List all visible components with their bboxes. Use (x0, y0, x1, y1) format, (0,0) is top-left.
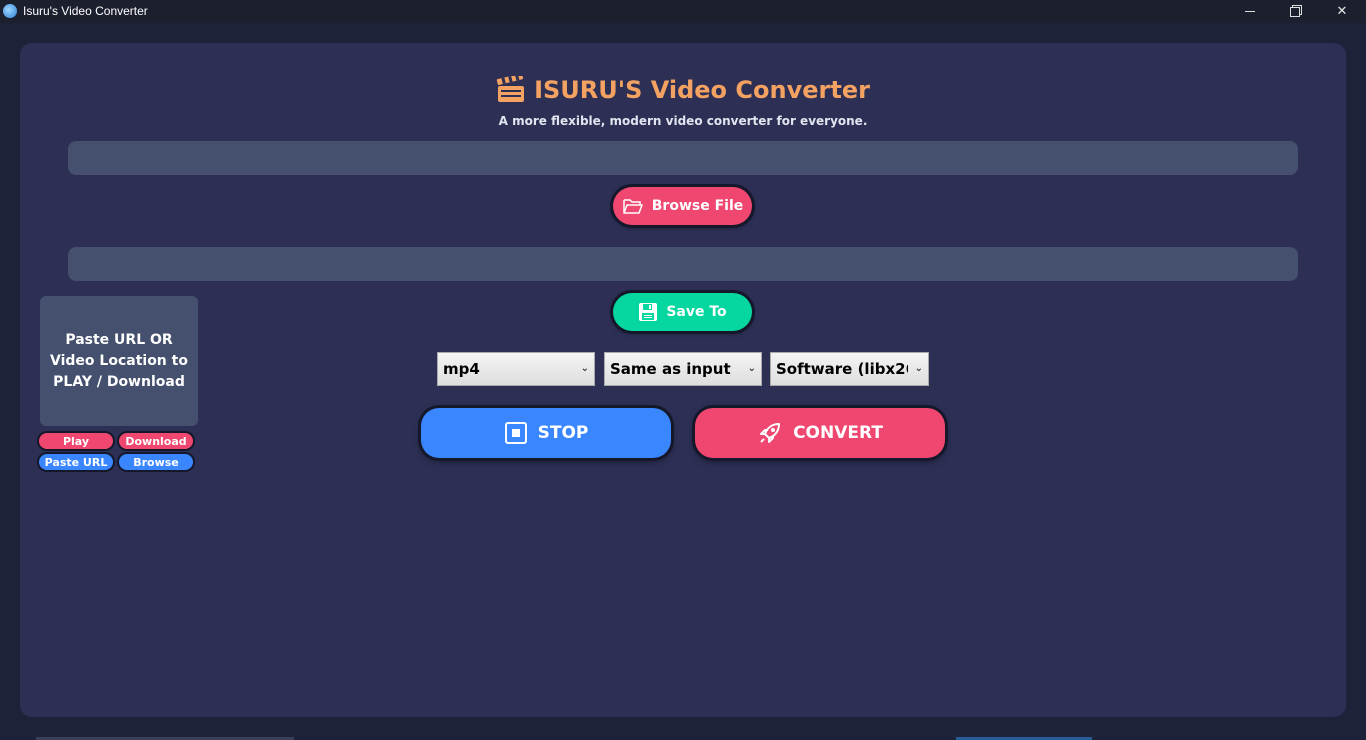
download-button[interactable]: Download (119, 433, 193, 449)
rocket-icon (760, 423, 781, 443)
encoder-select[interactable]: Software (libx264) ⌄ (770, 352, 929, 386)
browse-file-label: Browse File (651, 198, 744, 214)
close-icon: ✕ (1336, 4, 1348, 19)
restore-icon (1290, 6, 1300, 17)
url-player-panel: Paste URL OR Video Location to PLAY / Do… (40, 296, 198, 426)
window-title: Isuru's Video Converter (23, 4, 148, 18)
restore-button[interactable] (1272, 0, 1318, 23)
app-logo-icon (3, 4, 17, 18)
chevron-down-icon: ⌄ (747, 363, 756, 374)
close-button[interactable]: ✕ (1319, 0, 1365, 23)
save-to-label: Save To (666, 304, 727, 320)
clapperboard-icon (496, 76, 525, 102)
stop-button[interactable]: STOP (421, 408, 671, 458)
encoder-value: Software (libx264) (776, 360, 908, 378)
app-subtitle: A more flexible, modern video converter … (498, 114, 868, 128)
play-button[interactable]: Play (39, 433, 113, 449)
resolution-select[interactable]: Same as input ⌄ (604, 352, 762, 386)
paste-url-button[interactable]: Paste URL (39, 454, 113, 470)
url-player-message: Paste URL OR Video Location to PLAY / Do… (50, 331, 188, 390)
destination-path-input[interactable] (68, 247, 1298, 281)
chevron-down-icon: ⌄ (580, 363, 589, 374)
download-label: Download (125, 434, 187, 448)
minimize-icon (1245, 11, 1255, 12)
play-label: Play (62, 434, 90, 448)
stop-label: STOP (537, 423, 589, 443)
convert-label: CONVERT (793, 423, 883, 443)
app-title-row: ISURU'S Video Converter (496, 76, 870, 104)
paste-url-label: Paste URL (44, 455, 108, 469)
chevron-down-icon: ⌄ (914, 363, 923, 374)
browse-label: Browse (133, 455, 179, 469)
minimize-button[interactable] (1227, 0, 1273, 23)
save-to-button[interactable]: Save To (613, 293, 752, 331)
main-panel: ISURU'S Video Converter A more flexible,… (20, 43, 1346, 717)
folder-open-icon (623, 199, 643, 214)
header: ISURU'S Video Converter A more flexible,… (20, 76, 1346, 128)
browse-button[interactable]: Browse (119, 454, 193, 470)
source-path-input[interactable] (68, 141, 1298, 175)
stop-square-icon (504, 422, 527, 444)
format-value: mp4 (443, 360, 480, 378)
resolution-value: Same as input (610, 360, 731, 378)
convert-button[interactable]: CONVERT (695, 408, 945, 458)
format-select[interactable]: mp4 ⌄ (437, 352, 595, 386)
browse-file-button[interactable]: Browse File (613, 187, 752, 225)
app-title: ISURU'S Video Converter (534, 76, 870, 104)
window-titlebar: Isuru's Video Converter ✕ (0, 0, 1366, 23)
floppy-disk-icon (639, 303, 658, 321)
